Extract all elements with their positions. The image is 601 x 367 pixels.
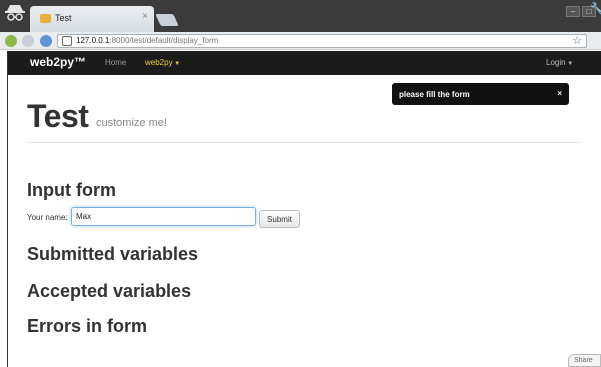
forward-icon[interactable] — [22, 35, 34, 47]
input-form-heading: Input form — [27, 180, 116, 200]
browser-toolbar: 127.0.0.1:8000/test/default/display_form… — [0, 32, 601, 50]
share-button[interactable]: Share — [568, 354, 601, 367]
bookmark-star-icon[interactable]: ☆ — [572, 34, 582, 47]
name-input[interactable] — [71, 207, 256, 226]
wrench-icon[interactable]: 🔧 — [590, 2, 601, 15]
nav-web2py-label: web2py — [145, 58, 173, 67]
minimize-button[interactable]: – — [566, 6, 580, 17]
name-label: Your name: — [27, 213, 68, 222]
nav-web2py-menu[interactable]: web2py ▼ — [145, 58, 180, 67]
url-host: 127.0.0.1 — [76, 36, 110, 45]
tab-close-icon[interactable]: × — [142, 11, 148, 22]
submit-button[interactable]: Submit — [259, 210, 300, 228]
page-title: Test — [27, 98, 89, 134]
new-tab-button[interactable] — [155, 14, 179, 26]
brand-logo[interactable]: web2py™ — [30, 55, 86, 69]
caret-down-icon: ▼ — [172, 61, 181, 67]
incognito-icon — [5, 5, 25, 21]
url-text: 127.0.0.1:8000/test/default/display_form — [76, 36, 218, 45]
flash-close-icon[interactable]: × — [557, 89, 562, 98]
page-subtitle: customize me! — [96, 117, 167, 129]
page-icon — [62, 36, 72, 46]
browser-tab[interactable]: Test × — [30, 6, 154, 33]
flash-text: please fill the form — [399, 90, 470, 99]
divider — [27, 142, 581, 143]
address-bar[interactable]: 127.0.0.1:8000/test/default/display_form… — [57, 34, 587, 48]
nav-login-label: Login — [546, 58, 566, 67]
back-icon[interactable] — [5, 35, 17, 47]
browser-chrome: Test × – □ 127.0.0.1:8000/test/default/d… — [0, 0, 601, 50]
caret-down-icon: ▼ — [565, 61, 574, 67]
page-edge — [7, 51, 8, 367]
tab-title: Test — [55, 13, 72, 23]
url-path: :8000/test/default/display_form — [109, 36, 219, 45]
favicon-icon — [40, 14, 51, 23]
navbar: web2py™ Home web2py ▼ Login ▼ — [8, 51, 601, 75]
nav-home[interactable]: Home — [105, 58, 126, 67]
errors-heading: Errors in form — [27, 316, 148, 336]
flash-message: please fill the form × — [392, 83, 569, 105]
accepted-variables-heading: Accepted variables — [27, 281, 192, 301]
nav-login-menu[interactable]: Login ▼ — [546, 58, 573, 67]
reload-icon[interactable] — [40, 35, 52, 47]
submitted-variables-heading: Submitted variables — [27, 244, 199, 264]
